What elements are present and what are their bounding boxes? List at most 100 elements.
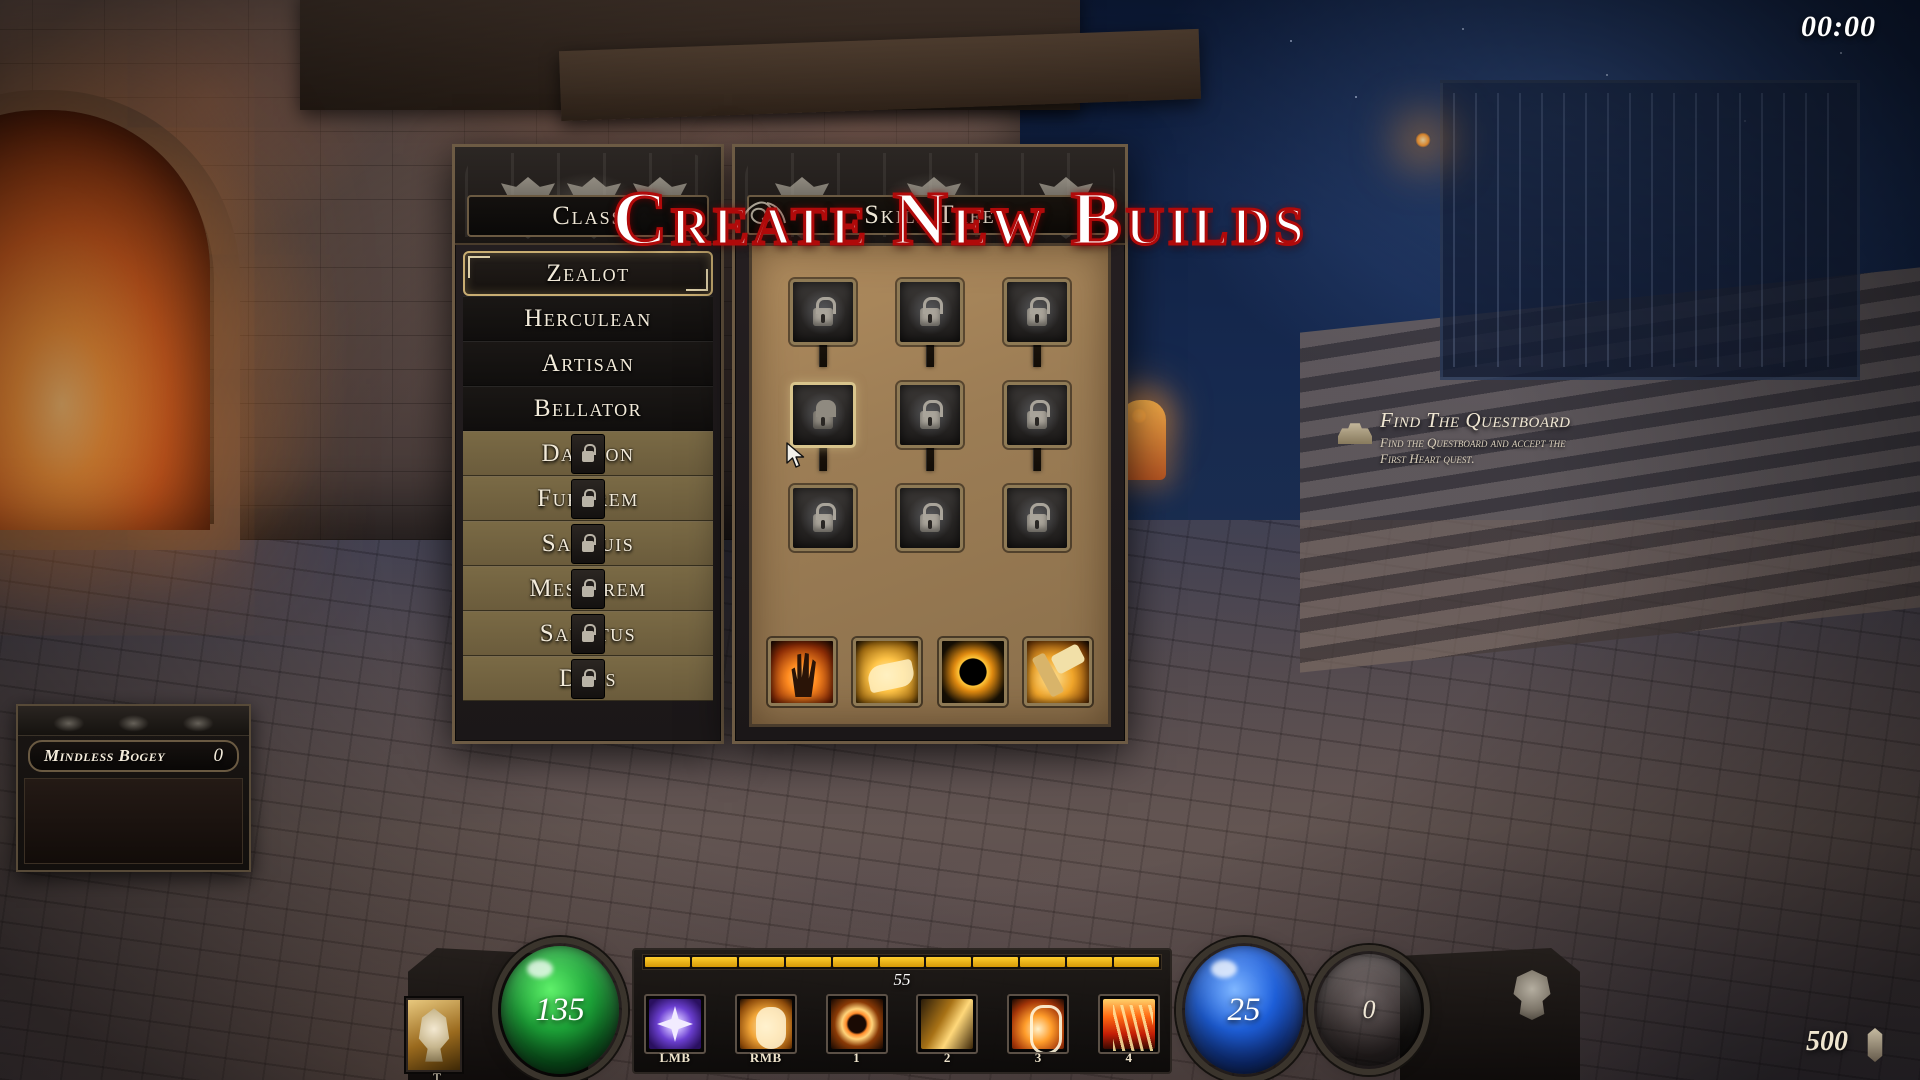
golden-hand-icon[interactable] [853, 638, 922, 706]
lock-icon [571, 658, 605, 699]
skill-node-r2c1[interactable] [790, 381, 857, 448]
xp-segment [1067, 957, 1113, 967]
lock-glyph-icon [579, 623, 597, 645]
hotbar-slot-lmb[interactable] [644, 994, 706, 1054]
hotbar-keybind-label: 3 [1034, 1050, 1042, 1065]
class-panel-title: Class [552, 201, 624, 230]
skill-slot-row[interactable] [644, 994, 1160, 1054]
class-list-item-deus[interactable]: Deus [463, 656, 713, 701]
class-panel: Class Zealot Herculean Artisan Bellator Daem… [452, 144, 724, 744]
skill-node-cell-r1c2 [877, 260, 984, 368]
third-orb-value: 0 [1362, 995, 1376, 1024]
class-list-item-messorem[interactable]: Messorem [463, 566, 713, 611]
class-list-item-daemon[interactable]: Daemon [463, 431, 713, 476]
lock-keyhole-icon [1034, 313, 1039, 323]
skill-tree-unlocked-skills[interactable] [768, 636, 1092, 708]
skill-node-r3c1[interactable] [790, 485, 857, 552]
monster-name: Mindless Bogey [44, 746, 166, 765]
portrait-face-icon [418, 1008, 450, 1062]
third-resource-orb[interactable]: 0 [1308, 945, 1430, 1075]
skill-tree-grid[interactable] [770, 260, 1090, 570]
hotbar-slot-4[interactable] [1097, 994, 1160, 1054]
class-list-item-zealot[interactable]: Zealot [463, 251, 713, 296]
lock-icon [571, 613, 605, 654]
star [1606, 74, 1608, 76]
skill-node-cell-r3c3 [983, 467, 1090, 570]
castle-gate [1440, 80, 1860, 380]
xp-segment [785, 957, 831, 967]
class-list[interactable]: Zealot Herculean Artisan Bellator DaemonFuro… [463, 251, 713, 729]
quest-tracker: Find The Questboard Find the Questboard … [1338, 408, 1588, 468]
mana-value: 25 [1227, 991, 1261, 1028]
skull-ornament-icon [1513, 970, 1551, 1020]
monster-count: 0 [213, 745, 224, 766]
lock-icon [571, 478, 605, 519]
skill-node-r2c2[interactable] [896, 381, 963, 448]
lock-icon [810, 502, 837, 534]
lock-glyph-icon [579, 578, 597, 600]
class-name-label: Artisan [541, 349, 635, 377]
skill-node-cell-r1c3 [983, 260, 1090, 368]
class-list-item-bellator[interactable]: Bellator [463, 386, 713, 431]
skill-node-r2c3[interactable] [1003, 381, 1070, 448]
flaming-hand-icon[interactable] [768, 638, 836, 706]
class-list-item-sanguis[interactable]: Sanguis [463, 521, 713, 566]
class-list-item-sanctus[interactable]: Sanctus [463, 611, 713, 656]
class-list-item-herculean[interactable]: Herculean [463, 296, 713, 341]
class-list-item-furorem[interactable]: Furorem [463, 476, 713, 521]
monster-plate-body [24, 778, 243, 864]
skill-node-cell-r3c1 [770, 467, 877, 570]
skill-node-r1c1[interactable] [790, 278, 857, 345]
skill-bar: 55 LMB RMB 1 2 3 4 [632, 948, 1172, 1074]
skill-node-r1c2[interactable] [896, 278, 963, 345]
fire-ring-icon [830, 999, 883, 1049]
health-orb[interactable]: 135 [492, 937, 628, 1080]
lock-icon [1024, 502, 1050, 534]
lock-keyhole-icon [821, 313, 826, 323]
class-title-bar: Class [467, 195, 709, 237]
flame-shield-icon [739, 999, 792, 1049]
selection-corner [686, 269, 708, 291]
monster-nameplate: Mindless Bogey 0 [16, 704, 251, 872]
session-timer: 00:00 [1801, 10, 1876, 43]
class-list-item-artisan[interactable]: Artisan [463, 341, 713, 386]
class-name-label: Zealot [546, 259, 630, 287]
star [1290, 40, 1292, 42]
xp-segment [738, 957, 784, 967]
xp-segment [926, 957, 972, 967]
skill-node-r1c3[interactable] [1003, 278, 1070, 345]
skill-node-cell-r1c1 [770, 260, 877, 368]
questboard-icon [1338, 423, 1372, 444]
lock-keyhole-icon [821, 416, 826, 426]
lock-icon [917, 399, 943, 431]
lock-glyph-icon [579, 533, 597, 555]
lock-icon [571, 568, 605, 609]
hotbar-keybind-label: LMB [659, 1050, 691, 1065]
hotbar-slot-3[interactable] [1007, 994, 1070, 1054]
hotbar-keybind-label: 4 [1125, 1050, 1133, 1065]
hotbar-slot-2[interactable] [916, 994, 979, 1054]
eclipse-icon[interactable] [938, 638, 1007, 706]
class-name-label: Herculean [524, 304, 652, 332]
lock-keyhole-icon [927, 520, 932, 530]
character-portrait[interactable] [406, 998, 462, 1072]
lock-icon [917, 296, 943, 328]
lantern-light [1415, 132, 1431, 148]
hammer-icon[interactable] [1023, 638, 1092, 706]
lock-keyhole-icon [927, 313, 932, 323]
quest-description: Find the Questboard and accept the First… [1380, 435, 1566, 467]
skill-node-r3c3[interactable] [1003, 485, 1070, 552]
skill-node-r3c2[interactable] [896, 485, 963, 552]
skill-tree-title-bar: Skill Tree [747, 195, 1113, 235]
xp-segment [1020, 957, 1066, 967]
star [1840, 52, 1842, 54]
lock-icon [810, 399, 837, 431]
hotbar-slot-1[interactable] [825, 994, 888, 1054]
hotbar-slot-rmb[interactable] [734, 994, 797, 1054]
lock-icon [810, 296, 837, 328]
skill-tree-body [749, 243, 1111, 727]
mana-orb[interactable]: 25 [1176, 937, 1312, 1080]
selection-corner [468, 256, 490, 278]
class-name-label: Bellator [533, 394, 643, 422]
monster-plate-bar: Mindless Bogey 0 [28, 740, 239, 772]
